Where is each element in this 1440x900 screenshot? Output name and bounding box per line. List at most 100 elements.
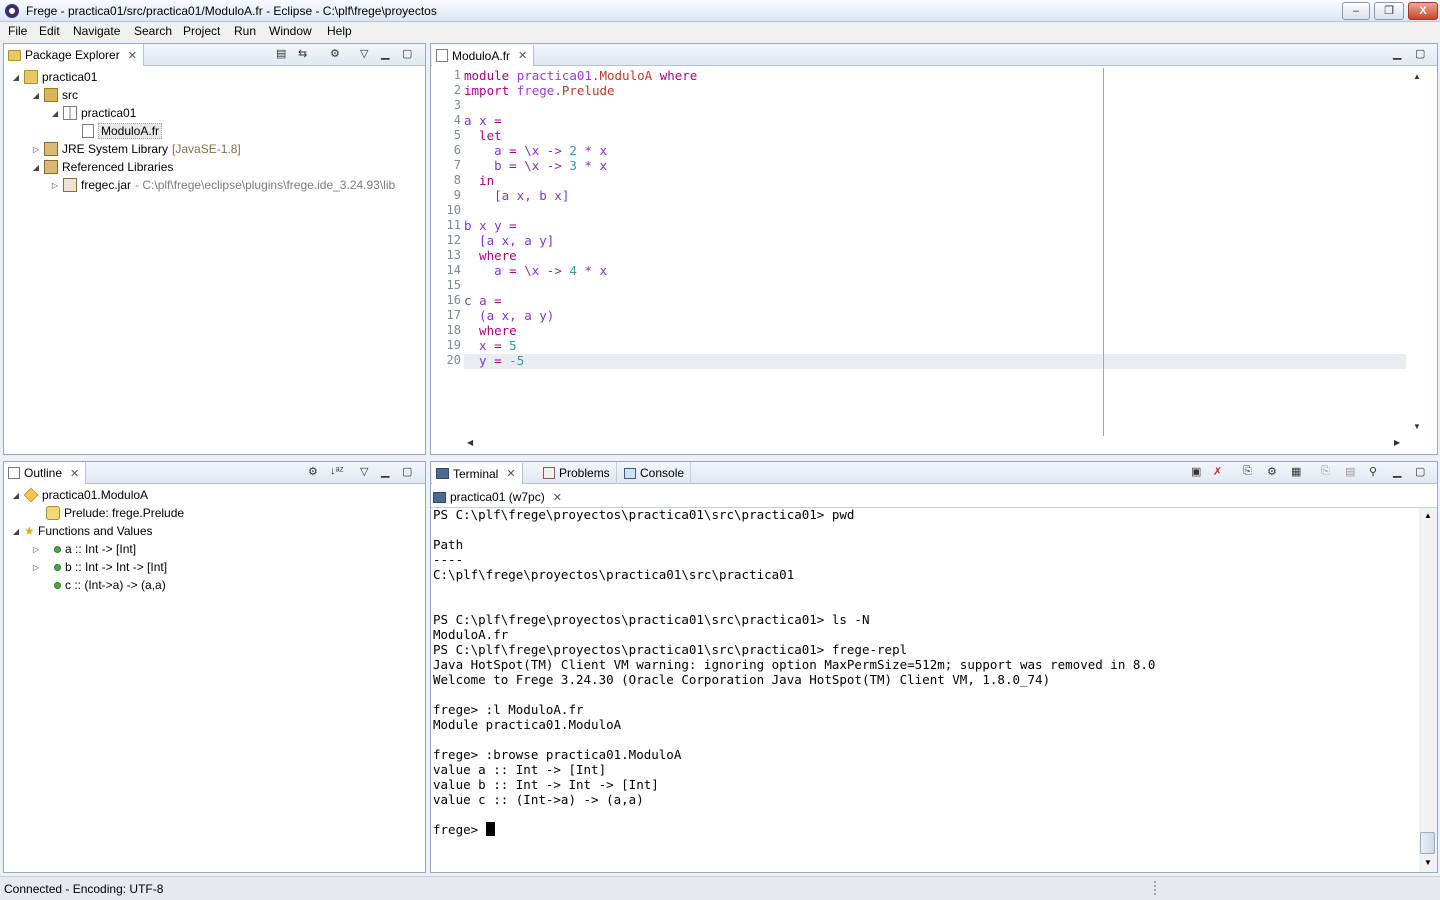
code-token: 3	[569, 158, 577, 173]
tree-item-jre[interactable]: ▷ JRE System Library [JavaSE-1.8]	[32, 140, 241, 158]
code-token: =	[494, 353, 510, 368]
line-number: 2	[453, 83, 461, 97]
settings-icon[interactable]: ⚙	[1267, 465, 1277, 478]
code-token: a	[464, 143, 510, 158]
tree-item-referenced-libraries[interactable]: ◢ Referenced Libraries	[32, 158, 173, 176]
terminal-line: C:\plf\frege\proyectos\practica01\src\pr…	[433, 567, 794, 582]
tab-console[interactable]: Console	[620, 462, 692, 484]
close-icon[interactable]: ✕	[518, 49, 527, 62]
tab-terminal[interactable]: Terminal ✕	[432, 463, 523, 484]
scroll-down-icon[interactable]: ▼	[1424, 858, 1432, 867]
menu-help[interactable]: Help	[327, 24, 352, 38]
tree-item-file[interactable]: ModuloA.fr	[82, 122, 163, 140]
menu-file[interactable]: File	[8, 24, 27, 38]
code-line[interactable]: where	[464, 248, 517, 263]
close-icon[interactable]: ✕	[553, 491, 562, 504]
tab-editor-moduloa[interactable]: ModuloA.fr ✕	[432, 45, 535, 66]
code-line[interactable]: (a x, a y)	[464, 308, 554, 323]
code-line[interactable]: [a x, b x]	[464, 188, 569, 203]
tree-item-jar[interactable]: ▷ fregec.jar - C:\plf\frege\eclipse\plugin…	[51, 176, 395, 194]
terminal-line-text: frege>	[433, 822, 486, 837]
view-menu-icon[interactable]: ▽	[360, 465, 368, 478]
view-menu-icon[interactable]: ▽	[360, 47, 368, 60]
line-number: 5	[453, 128, 461, 142]
scrollbar-thumb[interactable]	[1420, 832, 1435, 854]
pin-icon[interactable]: ⚲	[1369, 465, 1377, 478]
monitor-icon[interactable]: ▣	[1191, 465, 1201, 478]
menu-search[interactable]: Search	[134, 24, 172, 38]
tree-item-package[interactable]: ◢ practica01	[51, 104, 136, 122]
status-bar: Connected - Encoding: UTF-8	[0, 876, 1440, 900]
code-line[interactable]: a x =	[464, 113, 502, 128]
menu-edit[interactable]: Edit	[39, 24, 60, 38]
disconnect-icon[interactable]: ✗	[1213, 465, 1222, 478]
code-line[interactable]: let	[464, 128, 502, 143]
scroll-up-icon[interactable]: ▲	[1424, 511, 1432, 520]
status-divider	[1154, 881, 1156, 895]
code-line[interactable]: [a x, a y]	[464, 233, 554, 248]
terminal-scrollbar[interactable]: ▲ ▼	[1419, 508, 1437, 872]
maximize-view-icon[interactable]: ▢	[1415, 47, 1425, 60]
menu-navigate[interactable]: Navigate	[73, 24, 120, 38]
link-editor-icon[interactable]: ⇆	[298, 47, 307, 60]
close-icon[interactable]: ✕	[506, 467, 515, 480]
terminal-line-text: Welcome to Frege 3.24.30 (Oracle Corpora…	[433, 672, 1051, 687]
terminal-cursor	[485, 822, 495, 836]
menu-window[interactable]: Window	[269, 24, 312, 38]
close-icon[interactable]: ✕	[70, 467, 79, 480]
outline-item-module[interactable]: ◢ practica01.ModuloA	[12, 486, 148, 504]
filter-icon[interactable]: ⚙	[330, 47, 340, 60]
filter-icon[interactable]: ⚙	[308, 465, 318, 478]
minimize-view-icon[interactable]: ▁	[1393, 465, 1401, 478]
minimize-view-icon[interactable]: ▁	[1393, 47, 1401, 60]
line-number: 16	[446, 293, 461, 307]
minimize-button[interactable]: –	[1342, 2, 1370, 20]
code-line[interactable]: c a =	[464, 293, 502, 308]
collapse-all-icon[interactable]: ▤	[276, 47, 286, 60]
tree-item-project[interactable]: ◢ practica01	[12, 68, 97, 86]
scroll-down-icon[interactable]: ▼	[1413, 422, 1421, 431]
menu-run[interactable]: Run	[234, 24, 256, 38]
scroll-up-icon[interactable]: ▲	[1413, 72, 1421, 81]
terminal-session-tab[interactable]: practica01 (w7pc) ✕	[433, 487, 562, 507]
outline-item-a[interactable]: ▷ a :: Int -> [Int]	[32, 540, 136, 558]
code-line[interactable]: x = 5	[464, 338, 517, 353]
code-token: a	[464, 113, 480, 128]
tree-item-src[interactable]: ◢ src	[32, 86, 78, 104]
code-line[interactable]: a = \x -> 4 * x	[464, 263, 607, 278]
tab-package-explorer[interactable]: Package Explorer ✕	[4, 44, 144, 66]
menu-project[interactable]: Project	[183, 24, 220, 38]
maximize-view-icon[interactable]: ▢	[1415, 465, 1425, 478]
scroll-left-icon[interactable]: ◀	[467, 438, 473, 447]
code-line[interactable]: b = \x -> 3 * x	[464, 158, 607, 173]
code-token: practica01.	[516, 68, 600, 83]
code-line[interactable]: in	[464, 173, 494, 188]
outline-item-import[interactable]: Prelude: frege.Prelude	[46, 504, 184, 522]
close-button[interactable]: X	[1408, 2, 1438, 20]
code-token: in	[464, 173, 495, 188]
code-line[interactable]: module practica01.ModuloA where	[464, 68, 697, 83]
close-icon[interactable]: ✕	[128, 49, 137, 62]
outline-item-functions[interactable]: ◢ ★ Functions and Values	[12, 522, 153, 540]
minimize-view-icon[interactable]: ▁	[381, 465, 389, 478]
code-line[interactable]: where	[464, 323, 517, 338]
copy-icon[interactable]: ⎘	[1243, 465, 1252, 478]
outline-item-c[interactable]: c :: (Int->a) -> (a,a)	[54, 576, 166, 594]
outline-item-b[interactable]: ▷ b :: Int -> Int -> [Int]	[32, 558, 167, 576]
code-token: frege.	[516, 83, 562, 98]
maximize-view-icon[interactable]: ▢	[402, 47, 412, 60]
scroll-right-icon[interactable]: ▶	[1394, 438, 1400, 447]
sort-icon[interactable]: ↓ᵃᶻ	[330, 465, 344, 477]
maximize-view-icon[interactable]: ▢	[402, 465, 412, 478]
code-line[interactable]: y = -5	[464, 353, 524, 368]
code-line[interactable]: import frege.Prelude	[464, 83, 615, 98]
package-tree: ◢ practica01 ◢ src ◢ practica01 ModuloA.fr …	[4, 66, 425, 454]
tab-problems[interactable]: Problems	[539, 462, 617, 484]
tab-outline[interactable]: Outline ✕	[4, 462, 87, 484]
select-all-icon[interactable]: ▦	[1291, 465, 1301, 478]
restore-button[interactable]: ❐	[1374, 2, 1404, 20]
code-line[interactable]: a = \x -> 2 * x	[464, 143, 607, 158]
terminal-line-text: value b :: Int -> Int -> [Int]	[433, 777, 659, 792]
minimize-view-icon[interactable]: ▁	[381, 47, 389, 60]
code-line[interactable]: b x y =	[464, 218, 517, 233]
